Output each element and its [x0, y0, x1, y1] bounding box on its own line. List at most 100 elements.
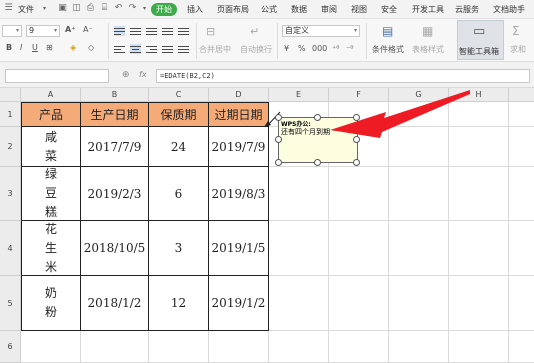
column-header-i[interactable] — [509, 88, 534, 102]
redo-icon[interactable]: ↷ — [127, 3, 138, 14]
cell-g4[interactable] — [389, 221, 449, 276]
cell-f4[interactable] — [329, 221, 389, 276]
cell-e4[interactable] — [269, 221, 329, 276]
cell-d2[interactable]: 2019/7/9 — [209, 127, 269, 167]
font-name-select[interactable]: ▾ — [2, 25, 22, 37]
cell-i2[interactable] — [509, 127, 534, 167]
cell-g5[interactable] — [389, 276, 449, 331]
align-right-icon[interactable] — [146, 44, 157, 54]
distribute-icon[interactable] — [162, 44, 173, 54]
row-header-1[interactable]: 1 — [0, 102, 21, 127]
resize-handle[interactable] — [275, 136, 282, 143]
cell-e6[interactable] — [269, 331, 329, 363]
column-header-c[interactable]: C — [149, 88, 209, 102]
tab-home[interactable]: 开始 — [151, 3, 177, 16]
header-cell-product[interactable]: 产品 — [22, 103, 81, 127]
cell-i3[interactable] — [509, 167, 534, 221]
cell-c6[interactable] — [149, 331, 209, 363]
table-style-button[interactable]: 表格样式 — [412, 44, 444, 55]
quick-access-dropdown-icon[interactable]: ▾ — [139, 3, 150, 14]
cell-a4[interactable]: 花 生 米 — [22, 221, 81, 276]
cell-h4[interactable] — [449, 221, 509, 276]
cell-a3[interactable]: 绿 豆 糕 — [22, 167, 81, 221]
percent-icon[interactable]: % — [298, 44, 306, 53]
row-header-6[interactable]: 6 — [0, 331, 21, 363]
tab-doc-assistant[interactable]: 文档助手 — [493, 4, 525, 15]
tab-review[interactable]: 审阅 — [321, 4, 337, 15]
fx-icon[interactable]: fx — [139, 70, 147, 79]
cell-c2[interactable]: 24 — [149, 127, 209, 167]
cell-h3[interactable] — [449, 167, 509, 221]
file-menu[interactable]: 文件 — [18, 4, 34, 15]
clear-icon[interactable]: ◇ — [88, 43, 94, 52]
fill-color-icon[interactable]: ◈ — [70, 43, 76, 52]
name-box[interactable] — [5, 69, 109, 83]
resize-handle[interactable] — [275, 114, 282, 121]
header-cell-shelf-life[interactable]: 保质期 — [149, 103, 209, 127]
font-size-select[interactable]: 9 ▾ — [26, 25, 60, 37]
cell-a6[interactable] — [21, 331, 81, 363]
tab-cloud[interactable]: 云服务 — [455, 4, 479, 15]
cell-a2[interactable]: 咸 菜 — [22, 127, 81, 167]
underline-icon[interactable]: U — [32, 43, 38, 52]
column-header-e[interactable]: E — [269, 88, 329, 102]
tab-developer[interactable]: 开发工具 — [412, 4, 444, 15]
print-icon[interactable]: ⎙ — [85, 3, 96, 14]
cell-i5[interactable] — [509, 276, 534, 331]
italic-icon[interactable]: I — [20, 43, 22, 52]
tab-security[interactable]: 安全 — [381, 4, 397, 15]
tab-insert[interactable]: 插入 — [187, 4, 203, 15]
zoom-icon[interactable]: ⊕ — [122, 70, 130, 80]
conditional-format-button[interactable]: 条件格式 — [372, 44, 404, 55]
sum-icon[interactable]: Σ — [512, 24, 520, 38]
align-top-right-icon[interactable] — [146, 26, 157, 36]
tab-view[interactable]: 视图 — [351, 4, 367, 15]
menu-icon[interactable]: ☰ — [3, 3, 14, 14]
format-painter-icon[interactable]: ⌸ — [99, 3, 110, 14]
header-cell-production-date[interactable]: 生产日期 — [81, 103, 149, 127]
cell-g6[interactable] — [389, 331, 449, 363]
cell-b6[interactable] — [81, 331, 149, 363]
column-header-d[interactable]: D — [209, 88, 269, 102]
file-dropdown-icon[interactable]: ▾ — [39, 3, 50, 14]
cell-b2[interactable]: 2017/7/9 — [81, 127, 149, 167]
cell-d4[interactable]: 2019/1/5 — [209, 221, 269, 276]
merge-center-icon[interactable]: ⊟ — [206, 25, 215, 38]
thousands-icon[interactable]: 000 — [312, 44, 327, 53]
cell-h6[interactable] — [449, 331, 509, 363]
cell-g3[interactable] — [389, 167, 449, 221]
border-icon[interactable]: ⊞ — [46, 43, 53, 52]
cell-h5[interactable] — [449, 276, 509, 331]
cell-i4[interactable] — [509, 221, 534, 276]
header-cell-expiry-date[interactable]: 过期日期 — [209, 103, 269, 127]
cell-c3[interactable]: 6 — [149, 167, 209, 221]
cell-f3[interactable] — [329, 167, 389, 221]
column-header-a[interactable]: A — [21, 88, 81, 102]
cell-e3[interactable] — [269, 167, 329, 221]
print-preview-icon[interactable]: ◫ — [71, 3, 82, 14]
currency-icon[interactable]: ¥ — [284, 44, 289, 53]
formula-input[interactable]: =EDATE(B2,C2) — [156, 69, 530, 83]
resize-handle[interactable] — [275, 159, 282, 166]
cell-a5[interactable]: 奶 粉 — [22, 276, 81, 331]
align-justify-icon[interactable] — [162, 26, 173, 36]
resize-handle[interactable] — [314, 114, 321, 121]
cell-i1[interactable] — [509, 102, 534, 127]
decrease-decimal-icon[interactable]: ⁻⁰ — [346, 44, 353, 53]
cell-d3[interactable]: 2019/8/3 — [209, 167, 269, 221]
increase-decimal-icon[interactable]: ⁺⁰ — [332, 44, 339, 53]
bold-icon[interactable]: B — [6, 43, 12, 52]
align-top-left-icon[interactable] — [114, 26, 125, 36]
smart-toolbox-button[interactable]: ▭ 智能工具箱 — [457, 20, 504, 60]
increase-font-icon[interactable]: A⁺ — [65, 25, 75, 34]
column-header-b[interactable]: B — [81, 88, 149, 102]
tab-formulas[interactable]: 公式 — [261, 4, 277, 15]
resize-handle[interactable] — [353, 159, 360, 166]
undo-icon[interactable]: ↶ — [113, 3, 124, 14]
select-all-corner[interactable] — [0, 88, 21, 102]
decrease-font-icon[interactable]: A⁻ — [83, 25, 93, 34]
align-left-icon[interactable] — [114, 44, 125, 54]
row-header-2[interactable]: 2 — [0, 127, 21, 167]
cell-i6[interactable] — [509, 331, 534, 363]
cell-d6[interactable] — [209, 331, 269, 363]
